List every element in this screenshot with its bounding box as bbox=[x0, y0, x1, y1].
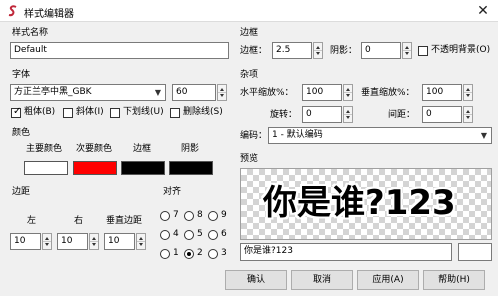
spacing-spinner[interactable] bbox=[463, 106, 473, 123]
ok-button[interactable]: 确认 bbox=[225, 270, 287, 290]
align-radio-1[interactable] bbox=[160, 249, 170, 259]
font-name-value: 方正兰亭中黑_GBK bbox=[14, 87, 92, 97]
align-radio-7[interactable] bbox=[160, 211, 170, 221]
preview-canvas: 你是谁?123 bbox=[240, 168, 492, 240]
align-radio-9[interactable] bbox=[208, 211, 218, 221]
font-size-spinner[interactable] bbox=[217, 84, 227, 101]
margin-left-label: 左 bbox=[27, 216, 37, 226]
scale-y-label: 垂直缩放%： bbox=[361, 88, 415, 98]
spacing-input[interactable]: 0 bbox=[422, 106, 462, 123]
shadow-depth-input[interactable]: 0 bbox=[361, 42, 401, 59]
opaque-background-label: 不透明背景(O) bbox=[431, 45, 491, 55]
scale-x-label: 水平缩放%： bbox=[240, 88, 294, 98]
font-size-input[interactable]: 60 bbox=[172, 84, 216, 101]
misc-section-label: 杂项 bbox=[240, 70, 259, 80]
align-radio-label-1: 1 bbox=[173, 248, 179, 258]
preview-background-color-button[interactable] bbox=[458, 243, 492, 261]
secondary-color-label: 次要颜色 bbox=[76, 144, 113, 154]
outline-width-input[interactable]: 2.5 bbox=[272, 42, 312, 59]
shadow-depth-spinner[interactable] bbox=[402, 42, 412, 59]
rotation-spinner[interactable] bbox=[343, 106, 353, 123]
margin-right-spinner[interactable] bbox=[89, 233, 99, 250]
opaque-background-checkbox[interactable] bbox=[418, 46, 428, 56]
align-radio-3[interactable] bbox=[208, 249, 218, 259]
align-radio-2[interactable] bbox=[184, 249, 194, 259]
shadow-depth-label: 阴影： bbox=[330, 46, 358, 56]
secondary-color-swatch[interactable] bbox=[73, 161, 117, 175]
bold-checkbox[interactable] bbox=[11, 106, 21, 118]
align-label: 对齐 bbox=[163, 187, 182, 197]
underline-checkbox[interactable] bbox=[110, 108, 120, 118]
italic-checkbox[interactable] bbox=[63, 108, 73, 118]
margin-right-label: 右 bbox=[74, 216, 84, 226]
color-label: 颜色 bbox=[12, 128, 31, 138]
scale-y-spinner[interactable] bbox=[463, 84, 473, 101]
bold-label: 粗体(B) bbox=[24, 107, 56, 117]
align-radio-5[interactable] bbox=[184, 230, 194, 240]
margin-right-input[interactable]: 10 bbox=[57, 233, 88, 250]
scale-y-input[interactable]: 100 bbox=[422, 84, 462, 101]
outline-width-label: 边框： bbox=[240, 46, 268, 56]
margin-left-spinner[interactable] bbox=[42, 233, 52, 250]
align-radio-label-2: 2 bbox=[197, 248, 203, 258]
margin-left-input[interactable]: 10 bbox=[10, 233, 41, 250]
border-section-label: 边框 bbox=[240, 28, 259, 38]
underline-label: 下划线(U) bbox=[123, 107, 164, 117]
shadow-color-swatch[interactable] bbox=[169, 161, 213, 175]
help-button[interactable]: 帮助(H) bbox=[423, 270, 485, 290]
align-radio-label-3: 3 bbox=[221, 248, 227, 258]
encoding-select[interactable]: 1 - 默认编码 ▼ bbox=[268, 127, 492, 144]
scale-x-spinner[interactable] bbox=[343, 84, 353, 101]
align-radio-6[interactable] bbox=[208, 230, 218, 240]
align-radio-label-7: 7 bbox=[173, 210, 179, 220]
margin-vertical-spinner[interactable] bbox=[136, 233, 146, 250]
align-radio-4[interactable] bbox=[160, 230, 170, 240]
preview-label: 预览 bbox=[240, 154, 259, 164]
primary-color-swatch[interactable] bbox=[24, 161, 68, 175]
close-icon[interactable]: ✕ bbox=[474, 3, 492, 19]
align-radio-label-8: 8 bbox=[197, 210, 203, 220]
window-title: 样式编辑器 bbox=[24, 9, 74, 20]
encoding-value: 1 - 默认编码 bbox=[272, 130, 323, 140]
preview-rendered-text: 你是谁?123 bbox=[263, 183, 456, 223]
margin-vertical-label: 垂直边距 bbox=[106, 216, 143, 226]
align-radio-8[interactable] bbox=[184, 211, 194, 221]
outline-width-spinner[interactable] bbox=[313, 42, 323, 59]
primary-color-label: 主要颜色 bbox=[26, 144, 63, 154]
margin-vertical-input[interactable]: 10 bbox=[104, 233, 135, 250]
spacing-label: 间距： bbox=[388, 110, 416, 120]
align-radio-label-6: 6 bbox=[221, 229, 227, 239]
outline-color-swatch[interactable] bbox=[121, 161, 165, 175]
title-bar: 样式编辑器 ✕ bbox=[0, 0, 498, 22]
align-radio-label-9: 9 bbox=[221, 210, 227, 220]
margin-label: 边距 bbox=[12, 187, 31, 197]
style-name-label: 样式名称 bbox=[12, 28, 49, 38]
italic-label: 斜体(I) bbox=[76, 107, 104, 117]
apply-button[interactable]: 应用(A) bbox=[357, 270, 419, 290]
rotation-label: 旋转： bbox=[270, 110, 298, 120]
style-name-input[interactable]: Default bbox=[10, 42, 229, 59]
chevron-down-icon: ▼ bbox=[154, 88, 161, 97]
preview-text-input[interactable]: 你是谁?123 bbox=[240, 243, 452, 261]
outline-color-label: 边框 bbox=[133, 144, 152, 154]
strikeout-label: 删除线(S) bbox=[183, 107, 223, 117]
align-radio-label-4: 4 bbox=[173, 229, 179, 239]
strikeout-checkbox[interactable] bbox=[170, 108, 180, 118]
cancel-button[interactable]: 取消 bbox=[291, 270, 353, 290]
align-radio-label-5: 5 bbox=[197, 229, 203, 239]
scale-x-input[interactable]: 100 bbox=[302, 84, 342, 101]
app-icon bbox=[8, 5, 17, 17]
encoding-label: 编码： bbox=[240, 131, 268, 141]
shadow-color-label: 阴影 bbox=[181, 144, 200, 154]
font-name-select[interactable]: 方正兰亭中黑_GBK ▼ bbox=[10, 84, 166, 101]
font-label: 字体 bbox=[12, 70, 31, 80]
chevron-down-icon: ▼ bbox=[480, 131, 487, 140]
rotation-input[interactable]: 0 bbox=[302, 106, 342, 123]
